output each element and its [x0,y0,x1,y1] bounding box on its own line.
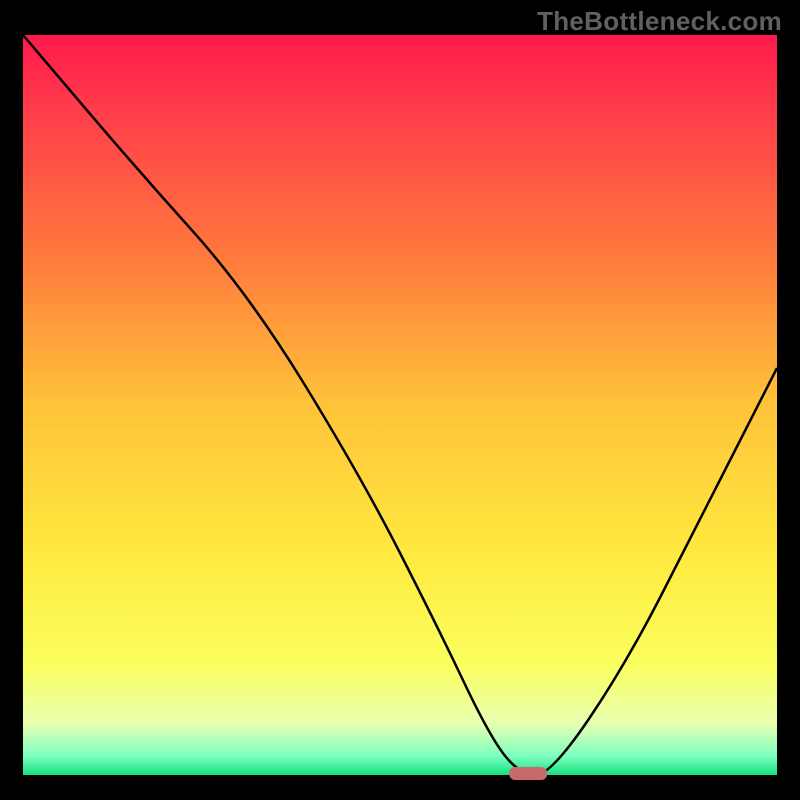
bottleneck-chart [0,0,800,800]
plot-area [23,35,777,775]
chart-frame: TheBottleneck.com [0,0,800,800]
optimal-marker [509,767,547,780]
watermark-text: TheBottleneck.com [537,6,782,37]
